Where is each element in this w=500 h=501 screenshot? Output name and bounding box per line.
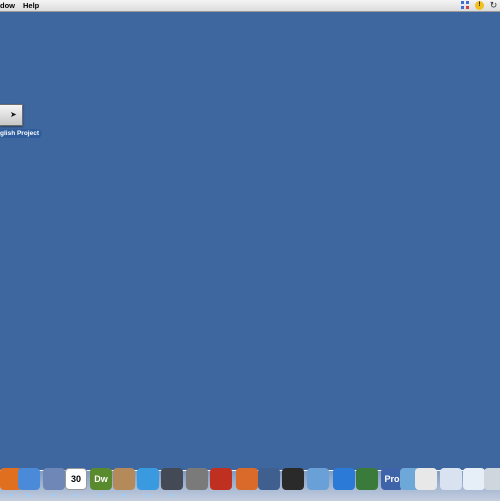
sync-icon[interactable]: ↻ bbox=[489, 1, 498, 10]
running-indicator bbox=[99, 494, 102, 497]
preview-window-icon[interactable] bbox=[463, 468, 485, 490]
running-indicator bbox=[52, 494, 55, 497]
alert-icon[interactable]: ! bbox=[475, 1, 484, 10]
spaces-grid-icon[interactable] bbox=[461, 1, 470, 10]
dreamweaver-icon[interactable]: Dw bbox=[90, 468, 112, 490]
ical-icon[interactable]: 30 bbox=[65, 468, 87, 490]
running-indicator bbox=[146, 494, 149, 497]
chart-icon[interactable] bbox=[307, 468, 329, 490]
window-icon[interactable] bbox=[440, 468, 462, 490]
imac-icon[interactable] bbox=[282, 468, 304, 490]
trash-icon[interactable] bbox=[484, 468, 500, 490]
running-indicator bbox=[170, 494, 173, 497]
keynote-icon[interactable] bbox=[236, 468, 258, 490]
globe-icon[interactable] bbox=[333, 468, 355, 490]
itunes-icon[interactable] bbox=[137, 468, 159, 490]
running-indicator bbox=[122, 494, 125, 497]
photo-booth-icon[interactable] bbox=[356, 468, 378, 490]
desktop-icon-label[interactable]: glish Project bbox=[0, 129, 43, 138]
menu-bar: dow Help ! ↻ bbox=[0, 0, 500, 12]
preview-icon[interactable] bbox=[43, 468, 65, 490]
running-indicator bbox=[27, 494, 30, 497]
menu-window[interactable]: dow bbox=[0, 0, 15, 11]
photo-icon[interactable] bbox=[113, 468, 135, 490]
menu-help[interactable]: Help bbox=[23, 0, 39, 11]
pen-tool-icon[interactable] bbox=[258, 468, 280, 490]
running-indicator bbox=[9, 494, 12, 497]
desktop-project-icon[interactable]: ➤ bbox=[0, 104, 23, 126]
record-icon[interactable] bbox=[210, 468, 232, 490]
ichat-icon[interactable] bbox=[18, 468, 40, 490]
cursor-icon: ➤ bbox=[10, 110, 17, 119]
utility-icon[interactable] bbox=[186, 468, 208, 490]
document-icon[interactable] bbox=[415, 468, 437, 490]
spaces-icon[interactable] bbox=[161, 468, 183, 490]
running-indicator bbox=[74, 494, 77, 497]
